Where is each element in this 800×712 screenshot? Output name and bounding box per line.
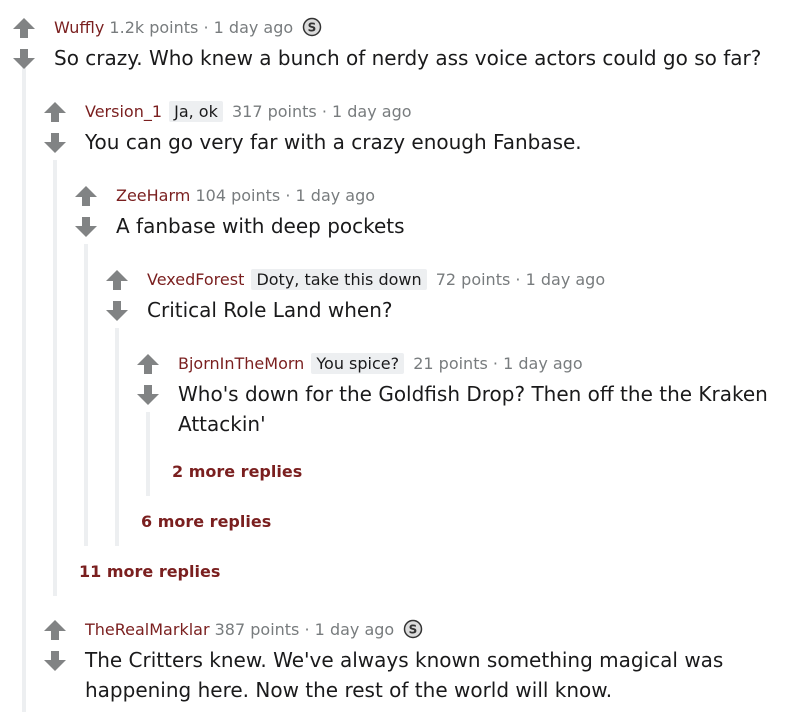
upvote-arrow-icon[interactable] <box>43 619 67 641</box>
upvote-arrow-icon[interactable] <box>74 185 98 207</box>
comment-meta: VexedForest Doty, take this down 72 poin… <box>147 269 605 291</box>
comment-time[interactable]: 1 day ago <box>296 186 376 205</box>
comment-meta: TheRealMarklar 387 points · 1 day ago S <box>85 619 423 641</box>
thread-line-level-4[interactable] <box>115 328 119 546</box>
comment-time[interactable]: 1 day ago <box>315 620 395 639</box>
comment-meta: ZeeHarm 104 points · 1 day ago <box>116 185 375 207</box>
comment-author[interactable]: VexedForest <box>147 270 244 289</box>
comment-points: 72 points <box>435 270 511 289</box>
more-replies-link[interactable]: 6 more replies <box>141 511 271 533</box>
comment-time[interactable]: 1 day ago <box>332 102 412 121</box>
comment-time[interactable]: 1 day ago <box>214 18 294 37</box>
svg-text:S: S <box>409 623 418 637</box>
thread-line-level-5[interactable] <box>146 412 150 496</box>
comment-author[interactable]: BjornInTheMorn <box>178 354 304 373</box>
upvote-arrow-icon[interactable] <box>43 101 67 123</box>
comment-body-line: So crazy. Who knew a bunch of nerdy ass … <box>54 46 762 70</box>
downvote-arrow-icon[interactable] <box>12 48 36 70</box>
comment-author[interactable]: Wuffly <box>54 18 104 37</box>
more-replies-link[interactable]: 2 more replies <box>172 461 302 483</box>
comment-meta: Wuffly 1.2k points · 1 day ago S <box>54 17 322 39</box>
comment-body-line: Attackin' <box>178 412 266 436</box>
comment-body-line: Who's down for the Goldfish Drop? Then o… <box>178 382 768 406</box>
silver-award-icon[interactable]: S <box>302 17 322 37</box>
comment-body: Critical Role Land when? <box>147 295 393 325</box>
meta-separator: · <box>285 186 291 205</box>
comment-body-line: You can go very far with a crazy enough … <box>85 130 582 154</box>
downvote-arrow-icon[interactable] <box>105 300 129 322</box>
comment-body: You can go very far with a crazy enough … <box>85 127 582 157</box>
comment-points: 1.2k points <box>109 18 199 37</box>
comment-body: The Critters knew. We've always known so… <box>85 645 723 705</box>
downvote-arrow-icon[interactable] <box>43 132 67 154</box>
comment-author[interactable]: TheRealMarklar <box>85 620 210 639</box>
upvote-arrow-icon[interactable] <box>105 269 129 291</box>
comment-points: 21 points <box>413 354 488 373</box>
comment-author[interactable]: Version_1 <box>85 102 162 121</box>
comment-body-line: A fanbase with deep pockets <box>116 214 405 238</box>
downvote-arrow-icon[interactable] <box>43 650 67 672</box>
thread-line-level-3[interactable] <box>84 244 88 546</box>
comment-author[interactable]: ZeeHarm <box>116 186 190 205</box>
comment-points: 104 points <box>195 186 281 205</box>
user-flair: Ja, ok <box>169 101 223 122</box>
comment-time[interactable]: 1 day ago <box>503 354 583 373</box>
thread-line-level-2[interactable] <box>53 160 57 596</box>
comment-points: 387 points <box>214 620 300 639</box>
downvote-arrow-icon[interactable] <box>74 216 98 238</box>
comment-points: 317 points <box>231 102 317 121</box>
svg-text:S: S <box>308 21 317 35</box>
more-replies-link[interactable]: 11 more replies <box>79 561 220 583</box>
comment-body: So crazy. Who knew a bunch of nerdy ass … <box>54 43 761 73</box>
meta-separator: · <box>492 354 498 373</box>
upvote-arrow-icon[interactable] <box>136 353 160 375</box>
comment-time[interactable]: 1 day ago <box>526 270 606 289</box>
comment-meta: Version_1 Ja, ok 317 points · 1 day ago <box>85 101 412 123</box>
comment-body: Who's down for the Goldfish Drop? Then o… <box>178 379 768 439</box>
thread-line-level-1[interactable] <box>22 56 26 712</box>
comment-meta: BjornInTheMorn You spice? 21 points · 1 … <box>178 353 583 375</box>
silver-award-icon[interactable]: S <box>403 619 423 639</box>
comment-body-line: The Critters knew. We've always known so… <box>85 648 724 672</box>
user-flair: You spice? <box>311 353 405 374</box>
user-flair: Doty, take this down <box>251 269 427 290</box>
meta-separator: · <box>321 102 327 121</box>
comment-body-line: Critical Role Land when? <box>147 298 393 322</box>
meta-separator: · <box>304 620 310 639</box>
meta-separator: · <box>203 18 209 37</box>
comment-body: A fanbase with deep pockets <box>116 211 405 241</box>
upvote-arrow-icon[interactable] <box>12 17 36 39</box>
comment-body-line: happening here. Now the rest of the worl… <box>85 678 613 702</box>
downvote-arrow-icon[interactable] <box>136 384 160 406</box>
meta-separator: · <box>515 270 521 289</box>
